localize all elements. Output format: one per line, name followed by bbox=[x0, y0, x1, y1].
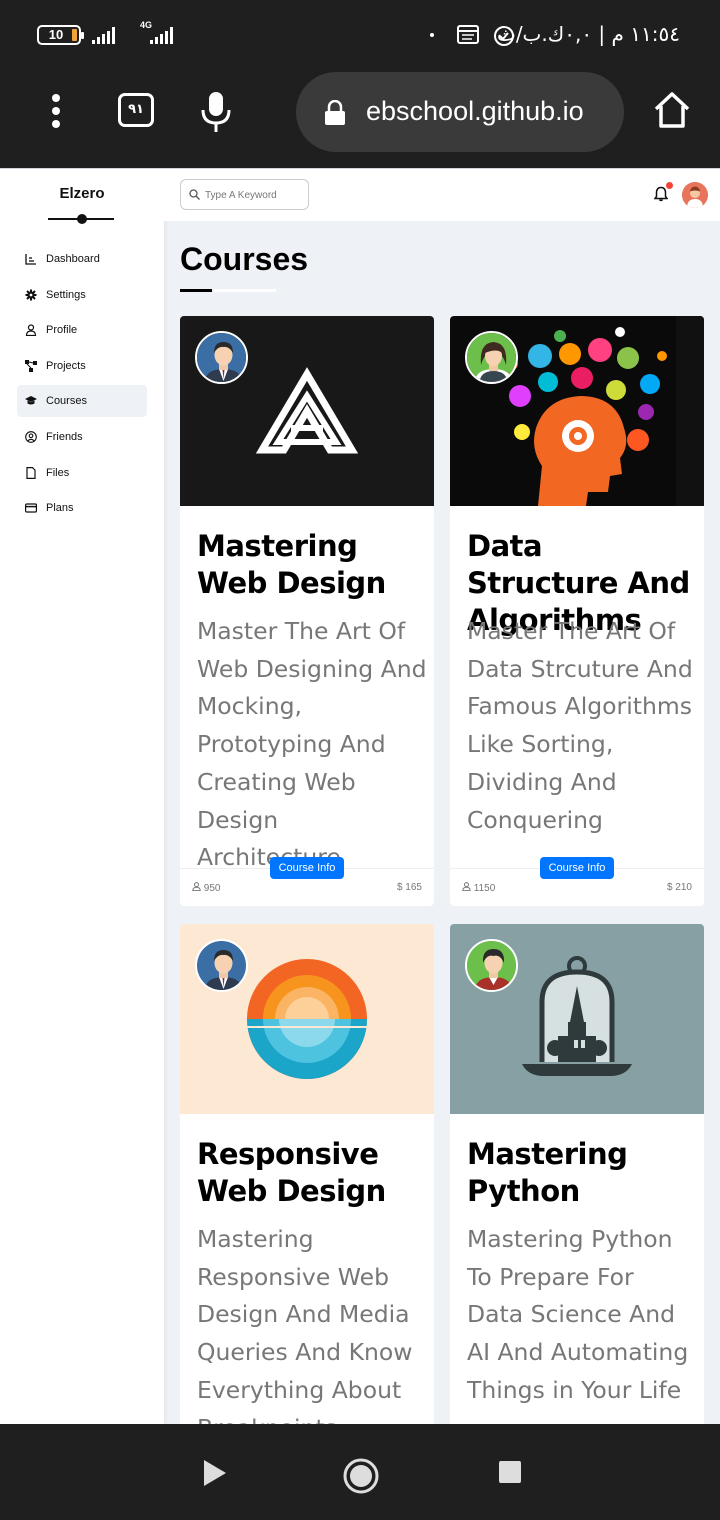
signal-icon-2 bbox=[150, 27, 173, 44]
search-box[interactable] bbox=[180, 179, 309, 210]
url-text: ebschool.github.io bbox=[366, 96, 584, 126]
course-card: Mastering Python Mastering Python To Pre… bbox=[450, 924, 704, 1424]
brand-title: Elzero bbox=[59, 185, 105, 202]
instructor-avatar bbox=[195, 331, 248, 384]
sidebar-item-label: Courses bbox=[46, 395, 87, 408]
sidebar-item-label: Dashboard bbox=[46, 253, 100, 265]
user-icon bbox=[192, 882, 201, 892]
sidebar-item-label: Profile bbox=[46, 324, 78, 337]
sidebar-item-plans[interactable]: Plans bbox=[17, 492, 147, 524]
course-description: Mastering Python To Prepare For Data Sci… bbox=[467, 1225, 689, 1404]
back-icon[interactable] bbox=[202, 1459, 228, 1487]
sidebar-item-courses[interactable]: Courses bbox=[17, 385, 147, 418]
microphone-icon[interactable] bbox=[198, 90, 234, 134]
search-icon bbox=[189, 189, 200, 200]
bell-icon[interactable] bbox=[654, 186, 668, 202]
sidebar-item-label: Friends bbox=[46, 430, 83, 443]
diagram-icon bbox=[25, 359, 37, 372]
system-navigation-bar bbox=[0, 1424, 720, 1520]
sidebar-item-settings[interactable]: Settings bbox=[17, 279, 147, 311]
lock-icon bbox=[325, 100, 345, 125]
students-count: 1150 bbox=[462, 882, 495, 894]
course-info-button[interactable]: Course Info bbox=[540, 857, 614, 879]
avatar-image bbox=[682, 182, 708, 208]
recents-icon[interactable] bbox=[498, 1460, 522, 1484]
status-bar: 10 4G ١١:٥٤ م | ٠,٠ك.ب/ث bbox=[0, 0, 720, 70]
course-card: Responsive Web Design Mastering Responsi… bbox=[180, 924, 434, 1424]
sidebar-item-label: Settings bbox=[46, 288, 86, 301]
top-header bbox=[164, 169, 720, 221]
sidebar: Elzero Dashboard Settings Profile Projec… bbox=[0, 169, 164, 1424]
signal-icon bbox=[92, 27, 115, 44]
sidebar-nav: Dashboard Settings Profile Projects Cour… bbox=[17, 243, 147, 528]
credit-card-icon bbox=[25, 503, 37, 513]
title-underline-light bbox=[214, 289, 276, 292]
students-count: 950 bbox=[192, 882, 220, 894]
sidebar-item-projects[interactable]: Projects bbox=[17, 350, 147, 382]
course-price: $ 210 bbox=[666, 882, 692, 893]
user-circle-icon bbox=[25, 431, 37, 443]
home-icon[interactable] bbox=[652, 90, 692, 130]
clock-and-speed: ١١:٥٤ م | ٠,٠ك.ب/ث bbox=[496, 22, 680, 46]
course-card: Data Structure And Algorithms Master The… bbox=[450, 316, 704, 906]
course-info-button[interactable]: Course Info bbox=[270, 857, 344, 879]
notification-dot bbox=[666, 182, 673, 189]
course-card: Mastering Web Design Master The Art Of W… bbox=[180, 316, 434, 906]
course-title: Responsive Web Design bbox=[197, 1137, 386, 1208]
browser-toolbar: ٩١ ebschool.github.io bbox=[0, 70, 720, 168]
battery-icon: 10 bbox=[37, 25, 84, 45]
user-icon bbox=[462, 882, 471, 892]
file-icon bbox=[26, 466, 36, 479]
avatar[interactable] bbox=[682, 182, 708, 208]
sidebar-item-friends[interactable]: Friends bbox=[17, 421, 147, 453]
tab-switcher-button[interactable]: ٩١ bbox=[118, 93, 154, 127]
page-title: Courses bbox=[180, 241, 309, 277]
user-icon bbox=[25, 324, 37, 337]
chart-icon bbox=[25, 254, 36, 265]
course-title: Mastering Python bbox=[467, 1137, 628, 1208]
more-menu-icon[interactable] bbox=[52, 94, 62, 133]
sidebar-item-label: Files bbox=[46, 466, 70, 479]
brand-dot bbox=[77, 214, 87, 224]
sidebar-item-label: Plans bbox=[46, 502, 74, 515]
course-description: Master The Art Of Data Strcuture And Fam… bbox=[467, 617, 693, 834]
main-content: Courses bbox=[164, 169, 720, 1424]
students-value: 950 bbox=[203, 883, 221, 894]
web-viewport: Elzero Dashboard Settings Profile Projec… bbox=[0, 168, 720, 1424]
sidebar-item-dashboard[interactable]: Dashboard bbox=[17, 243, 147, 275]
graduation-cap-icon bbox=[25, 396, 37, 405]
course-title: Mastering Web Design bbox=[197, 529, 386, 600]
home-circle-icon[interactable] bbox=[342, 1457, 380, 1495]
students-value: 1150 bbox=[473, 883, 496, 894]
course-price: $ 165 bbox=[396, 882, 422, 893]
instructor-avatar bbox=[465, 331, 518, 384]
gear-icon bbox=[25, 289, 37, 301]
course-footer: Course Info 950 $ 165 bbox=[180, 857, 434, 906]
sidebar-item-profile[interactable]: Profile bbox=[17, 314, 147, 346]
course-footer: Course Info 1150 $ 210 bbox=[450, 857, 704, 906]
course-description: Master The Art Of Web Designing And Mock… bbox=[197, 617, 427, 872]
search-input[interactable] bbox=[205, 186, 305, 204]
sidebar-item-label: Projects bbox=[46, 359, 86, 372]
instructor-avatar bbox=[465, 939, 518, 992]
sidebar-item-files[interactable]: Files bbox=[17, 457, 147, 489]
address-bar[interactable]: ebschool.github.io bbox=[296, 72, 624, 152]
instructor-avatar bbox=[195, 939, 248, 992]
title-underline bbox=[180, 289, 212, 292]
course-description: Mastering Responsive Web Design And Medi… bbox=[197, 1225, 413, 1424]
